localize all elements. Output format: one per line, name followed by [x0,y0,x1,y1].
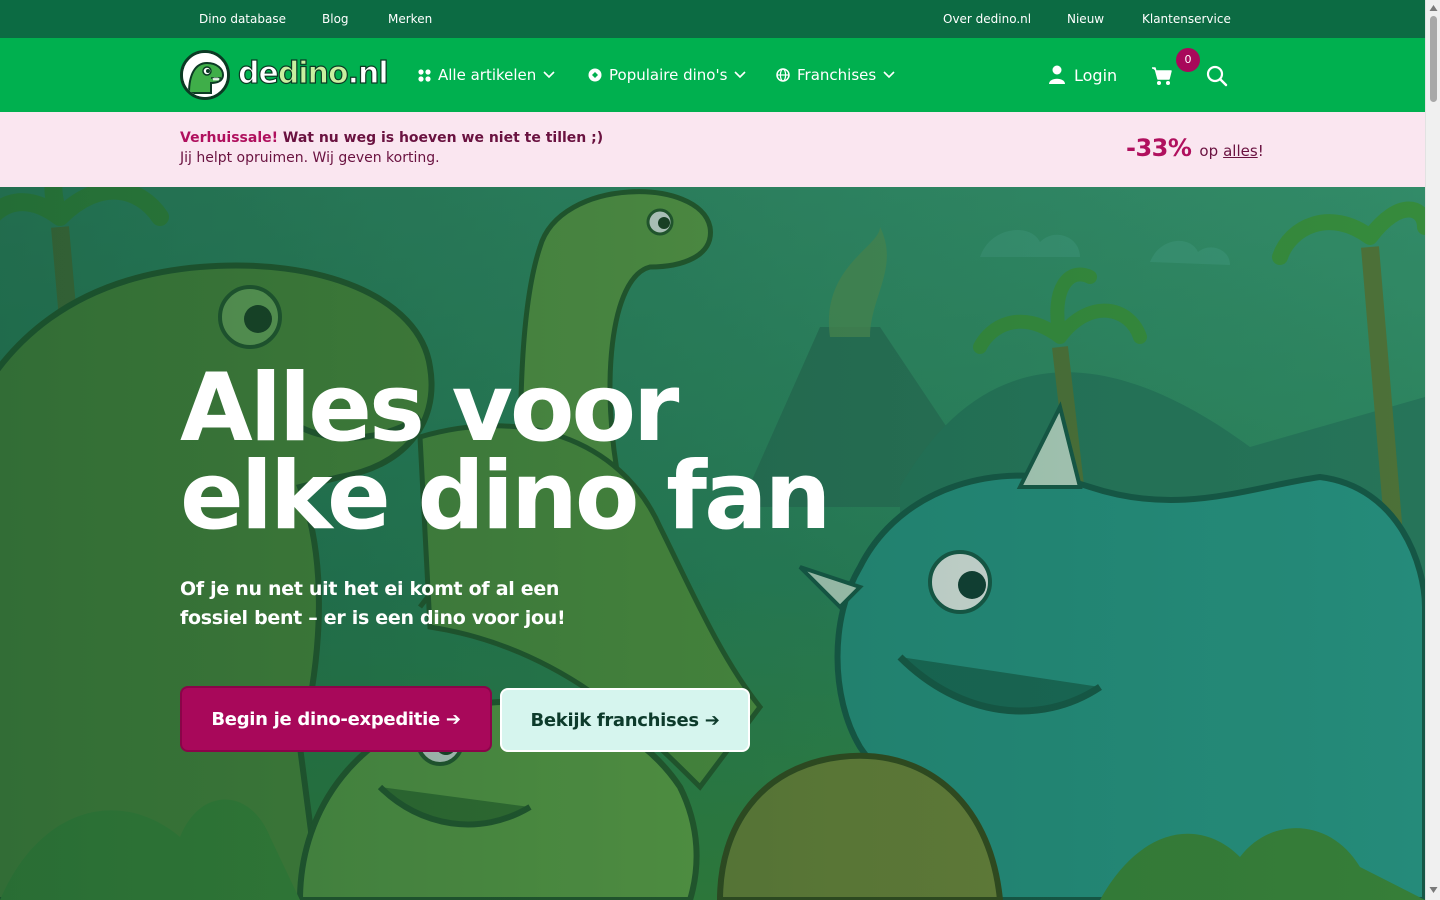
cart-count-badge: 0 [1176,48,1200,72]
site-logo[interactable]: dedino.nl [180,50,390,100]
discount-percentage: -33% [1126,134,1192,162]
chevron-down-icon [883,71,895,79]
discount-exclaim: ! [1257,142,1264,160]
topbar-link-merken[interactable]: Merken [388,0,432,38]
globe-icon [776,68,790,82]
promo-title: Verhuissale! Wat nu weg is hoeven we nie… [180,130,604,146]
main-navigation: dedino.nl Alle artikelen Populaire dino'… [0,38,1425,112]
discount-alles-link[interactable]: alles [1223,142,1258,160]
cart-icon[interactable] [1150,64,1174,88]
nav-item-alle-artikelen[interactable]: Alle artikelen [418,38,555,112]
hero-title: Alles voor elke dino fan [180,354,880,551]
nav-item-label: Alle artikelen [438,66,537,84]
hero-title-line-2: elke dino fan [180,442,831,551]
begin-expeditie-button[interactable]: Begin je dino-expeditie ➔ [180,686,492,752]
topbar-link-over[interactable]: Over dedino.nl [943,0,1031,38]
promo-subtitle: Jij helpt opruimen. Wij geven korting. [180,150,440,166]
hero-section: Alles voor elke dino fan Of je nu net ui… [0,187,1425,900]
scroll-down-arrow-icon[interactable] [1429,886,1438,894]
badge-icon [588,68,602,82]
user-icon [1049,65,1065,84]
grid-icon [418,68,431,82]
promo-discount: -33% op alles! [1126,134,1264,164]
nav-item-populaire-dinos[interactable]: Populaire dino's [588,38,746,112]
topbar-link-klantenservice[interactable]: Klantenservice [1142,0,1231,38]
dino-logo-icon [180,50,230,100]
hero-subtitle: Of je nu net uit het ei komt of al een f… [180,578,566,629]
discount-op: op [1199,142,1219,160]
logo-wordmark: dedino.nl [237,55,389,91]
chevron-down-icon [734,71,746,79]
bekijk-franchises-button[interactable]: Bekijk franchises ➔ [500,688,750,752]
top-utility-bar: Dino database Blog Merken Over dedino.nl… [0,0,1425,38]
login-label: Login [1074,65,1118,85]
chevron-down-icon [543,71,555,79]
vertical-scrollbar[interactable] [1425,0,1440,900]
topbar-link-dino-database[interactable]: Dino database [199,0,286,38]
hero-title-line-1: Alles voor [180,354,679,463]
nav-item-franchises[interactable]: Franchises [776,38,895,112]
search-icon[interactable] [1205,64,1229,88]
scroll-up-arrow-icon[interactable] [1429,4,1438,12]
topbar-link-blog[interactable]: Blog [322,0,349,38]
page: Dino database Blog Merken Over dedino.nl… [0,0,1425,900]
login-button[interactable]: Login [1048,38,1117,112]
nav-item-label: Franchises [797,66,877,84]
topbar-link-nieuw[interactable]: Nieuw [1067,0,1104,38]
nav-item-label: Populaire dino's [609,66,728,84]
scrollbar-thumb[interactable] [1430,16,1437,102]
